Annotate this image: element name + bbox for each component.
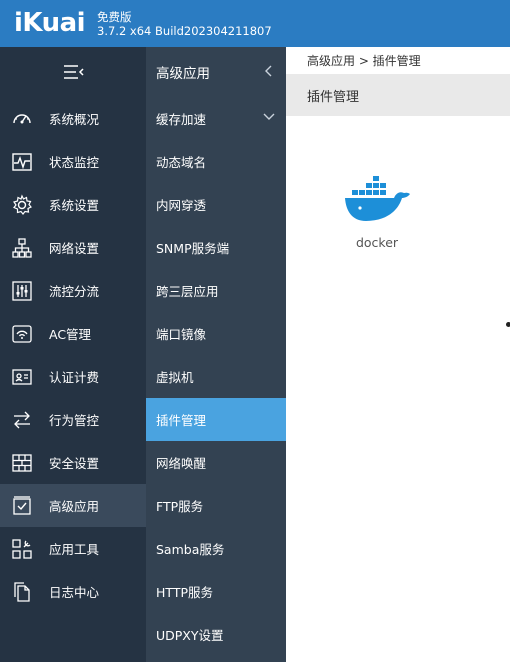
sub-sidebar-title: 高级应用	[156, 66, 210, 82]
sidebar-item-system-settings[interactable]: 系统设置	[0, 183, 146, 226]
top-header: iKuai 免费版 3.7.2 x64 Build202304211807	[0, 0, 510, 47]
dashboard-icon	[11, 108, 33, 130]
sub-item-layer3-app[interactable]: 跨三层应用	[146, 269, 286, 312]
sub-item-label: 端口镜像	[156, 327, 207, 342]
plugin-card-docker[interactable]: docker	[342, 173, 414, 253]
sub-item-cache-acceleration[interactable]: 缓存加速	[146, 97, 286, 140]
sub-item-intranet-penetration[interactable]: 内网穿透	[146, 183, 286, 226]
sidebar-item-label: 流控分流	[49, 284, 100, 299]
sub-item-plugin-management[interactable]: 插件管理	[146, 398, 286, 441]
sub-item-udpxy-settings[interactable]: UDPXY设置	[146, 613, 286, 656]
gear-icon	[11, 193, 33, 216]
version-label: 3.7.2 x64 Build202304211807	[97, 24, 272, 38]
cursor-dot	[506, 322, 510, 327]
sidebar-item-app-tools[interactable]: 应用工具	[0, 527, 146, 570]
sub-item-label: 动态域名	[156, 155, 207, 170]
docker-whale-icon	[345, 176, 410, 221]
sidebar-item-log-center[interactable]: 日志中心	[0, 570, 146, 613]
sidebar-item-label: 应用工具	[49, 542, 100, 557]
sub-item-port-mirror[interactable]: 端口镜像	[146, 312, 286, 355]
firewall-icon	[11, 452, 33, 474]
sub-item-label: 虚拟机	[156, 370, 194, 385]
sub-item-http-service[interactable]: HTTP服务	[146, 570, 286, 613]
sidebar-item-flow-control[interactable]: 流控分流	[0, 269, 146, 312]
page-title: 插件管理	[307, 89, 360, 105]
sub-item-label: 内网穿透	[156, 198, 207, 213]
sidebar-item-label: 网络设置	[49, 241, 100, 256]
sidebar-item-label: 系统设置	[49, 198, 100, 213]
wifi-ap-icon	[11, 323, 33, 345]
breadcrumb: 高级应用 > 插件管理	[286, 47, 510, 74]
sidebar-item-behavior-control[interactable]: 行为管控	[0, 398, 146, 441]
sub-item-label: 缓存加速	[156, 112, 207, 127]
sidebar-item-network[interactable]: 网络设置	[0, 226, 146, 269]
edition-label: 免费版	[97, 10, 132, 24]
sidebar-item-label: 状态监控	[49, 155, 100, 170]
sub-item-label: Samba服务	[156, 542, 225, 557]
sub-item-label: HTTP服务	[156, 585, 213, 600]
sub-item-label: 网络唤醒	[156, 456, 207, 471]
sub-item-ftp-service[interactable]: FTP服务	[146, 484, 286, 527]
sub-item-ddns[interactable]: 动态域名	[146, 140, 286, 183]
sidebar-item-security[interactable]: 安全设置	[0, 441, 146, 484]
document-icon	[11, 581, 33, 603]
chevron-left-icon[interactable]	[264, 64, 274, 78]
sub-item-label: 跨三层应用	[156, 284, 219, 299]
sidebar-item-label: AC管理	[49, 327, 92, 342]
sidebar-item-advanced[interactable]: 高级应用	[0, 484, 146, 527]
main-sidebar: 系统概况 状态监控 系统设置 网络设置 流控分流 AC管理 认证计费 行为管控 …	[0, 47, 146, 662]
main-content: 高级应用 > 插件管理 插件管理 docker	[286, 47, 510, 662]
pulse-icon	[11, 151, 33, 173]
plugin-name: docker	[355, 235, 399, 250]
sub-item-label: UDPXY设置	[156, 628, 224, 643]
sidebar-item-ac[interactable]: AC管理	[0, 312, 146, 355]
sub-item-virtual-machine[interactable]: 虚拟机	[146, 355, 286, 398]
arrows-exchange-icon	[11, 409, 33, 431]
sidebar-item-label: 系统概况	[49, 112, 100, 127]
checkbox-icon	[11, 495, 33, 517]
sidebar-item-label: 安全设置	[49, 456, 100, 471]
menu-collapse-button[interactable]	[0, 47, 146, 97]
breadcrumb-text: 高级应用 > 插件管理	[307, 54, 421, 68]
id-card-icon	[11, 366, 33, 388]
sub-item-samba-service[interactable]: Samba服务	[146, 527, 286, 570]
sub-item-wake-on-lan[interactable]: 网络唤醒	[146, 441, 286, 484]
sidebar-item-monitor[interactable]: 状态监控	[0, 140, 146, 183]
network-icon	[11, 237, 33, 259]
sidebar-item-label: 日志中心	[49, 585, 100, 600]
brand-logo[interactable]: iKuai	[14, 6, 86, 40]
sidebar-item-overview[interactable]: 系统概况	[0, 97, 146, 140]
sidebar-item-label: 认证计费	[49, 370, 100, 385]
tools-grid-icon	[11, 538, 33, 560]
sidebar-item-auth-billing[interactable]: 认证计费	[0, 355, 146, 398]
sub-sidebar: 高级应用 缓存加速 动态域名 内网穿透 SNMP服务端 跨三层应用 端口镜像 虚…	[146, 47, 286, 662]
chevron-down-icon	[263, 113, 275, 120]
sub-item-label: SNMP服务端	[156, 241, 230, 256]
sub-sidebar-header[interactable]: 高级应用	[146, 47, 286, 97]
menu-collapse-icon	[64, 65, 84, 79]
page-title-bar: 插件管理	[286, 74, 510, 116]
sub-item-snmp-server[interactable]: SNMP服务端	[146, 226, 286, 269]
sidebar-item-label: 行为管控	[49, 413, 100, 428]
sliders-icon	[11, 280, 33, 302]
sidebar-item-label: 高级应用	[49, 499, 100, 514]
sub-item-label: FTP服务	[156, 499, 204, 514]
sub-item-label: 插件管理	[156, 413, 207, 428]
